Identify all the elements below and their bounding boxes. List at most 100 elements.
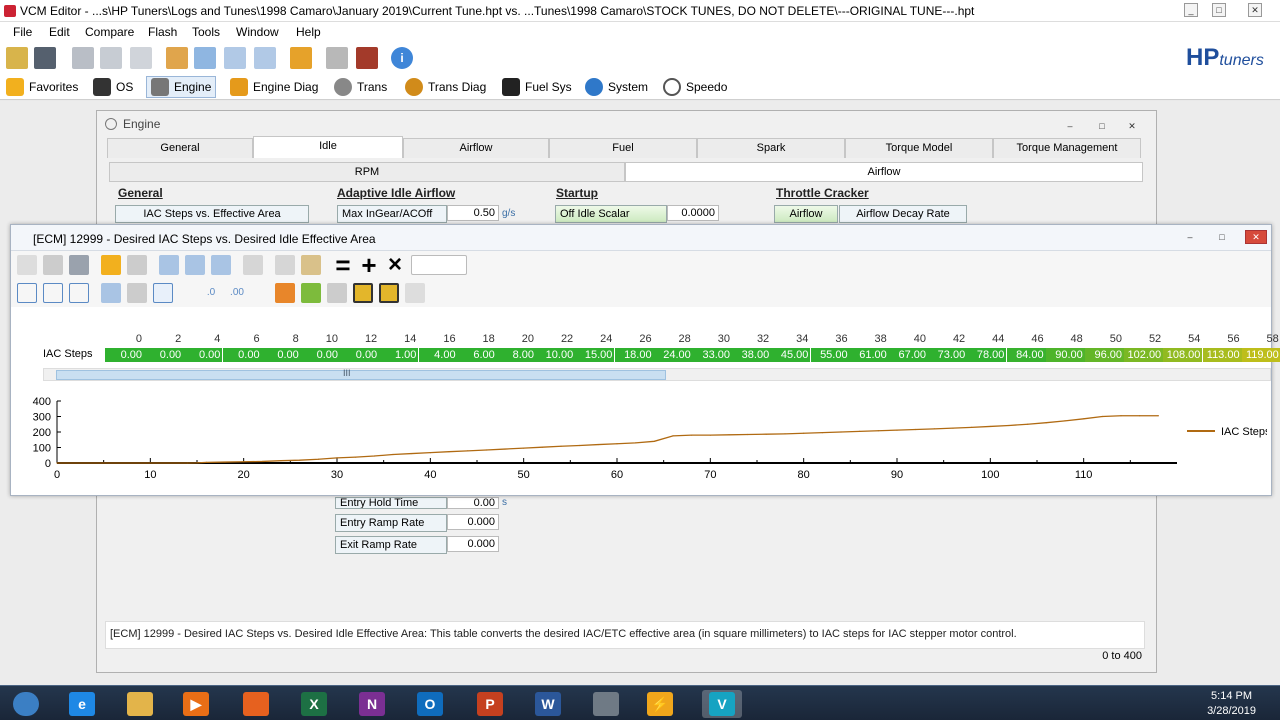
column-header[interactable]: 6	[223, 333, 262, 345]
max-ingear-button[interactable]: Max InGear/ACOff	[337, 205, 447, 223]
iac-close-button[interactable]: ✕	[1245, 230, 1267, 244]
table-cell[interactable]: 0.00	[222, 348, 262, 362]
column-header[interactable]: 46	[1007, 333, 1046, 345]
open-icon[interactable]	[6, 47, 28, 69]
engine-minimize-button[interactable]: –	[1063, 120, 1077, 134]
taskbar-vcm[interactable]: V	[702, 690, 742, 718]
minimize-button[interactable]: _	[1184, 3, 1198, 17]
tab-idle[interactable]: Idle	[253, 136, 403, 158]
entry-ramp-rate-value[interactable]: 0.000	[447, 514, 499, 530]
column-header[interactable]: 24	[575, 333, 614, 345]
tab-general[interactable]: General	[107, 138, 253, 158]
column-header[interactable]: 42	[928, 333, 967, 345]
table3-icon[interactable]	[254, 47, 276, 69]
tab-spark[interactable]: Spark	[697, 138, 845, 158]
table-cell[interactable]: 0.00	[144, 348, 184, 362]
nav-fuel-sys[interactable]: Fuel Sys	[498, 76, 576, 98]
layout-vertical-icon[interactable]	[69, 283, 89, 303]
table-cell[interactable]: 84.00	[1006, 348, 1046, 362]
paste-icon[interactable]	[301, 255, 321, 275]
taskbar-firefox[interactable]	[236, 690, 276, 718]
engine-close-button[interactable]: ✕	[1125, 120, 1139, 134]
throttle-airflow-button[interactable]: Airflow	[774, 205, 838, 223]
taskbar-explorer[interactable]	[120, 690, 160, 718]
table-cell[interactable]: 6.00	[457, 348, 497, 362]
table-cell[interactable]: 67.00	[889, 348, 928, 362]
table2-icon[interactable]	[224, 47, 246, 69]
taskbar-tools[interactable]	[586, 690, 626, 718]
tab-airflow[interactable]: Airflow	[403, 138, 549, 158]
print-icon[interactable]	[69, 255, 89, 275]
copy-icon[interactable]	[275, 255, 295, 275]
column-header[interactable]: 26	[615, 333, 654, 345]
table-cell[interactable]: 119.00	[1241, 348, 1280, 362]
nav-speedo[interactable]: Speedo	[659, 76, 731, 98]
decimal-increase-icon[interactable]: .00	[227, 283, 247, 303]
taskbar-outlook[interactable]: O	[410, 690, 450, 718]
grid-view-icon[interactable]	[101, 283, 121, 303]
menu-file[interactable]: File	[13, 25, 32, 39]
save-icon[interactable]	[43, 255, 63, 275]
nav-trans[interactable]: Trans	[330, 76, 391, 98]
airflow-decay-rate-button[interactable]: Airflow Decay Rate	[839, 205, 967, 223]
table-cell[interactable]: 45.00	[771, 348, 811, 362]
max-ingear-value[interactable]: 0.50	[447, 205, 499, 221]
column-header[interactable]: 16	[419, 333, 458, 345]
iac-steps-button[interactable]: IAC Steps vs. Effective Area	[115, 205, 309, 223]
column-header[interactable]: 14	[379, 333, 418, 345]
tab-torque-management[interactable]: Torque Management	[993, 138, 1141, 158]
tab-fuel[interactable]: Fuel	[549, 138, 697, 158]
subtab-airflow[interactable]: Airflow	[625, 162, 1143, 182]
equals-icon[interactable]: =	[333, 252, 353, 278]
column-header[interactable]: 22	[536, 333, 575, 345]
taskbar-powerpoint[interactable]: P	[470, 690, 510, 718]
taskbar-hptuners[interactable]: ⚡	[640, 690, 680, 718]
nav-favorites[interactable]: Favorites	[2, 76, 82, 98]
undo-icon[interactable]	[243, 255, 263, 275]
column-header[interactable]: 20	[497, 333, 536, 345]
clear-icon[interactable]	[405, 283, 425, 303]
column-header[interactable]: 52	[1124, 333, 1163, 345]
taskbar-word[interactable]: W	[528, 690, 568, 718]
subtab-rpm[interactable]: RPM	[109, 162, 625, 182]
write-disabled-icon[interactable]	[326, 47, 348, 69]
table-cell[interactable]: 113.00	[1202, 348, 1242, 362]
table-cell[interactable]: 24.00	[653, 348, 693, 362]
table-cell[interactable]: 0.00	[261, 348, 301, 362]
info-icon[interactable]: i	[391, 47, 413, 69]
table-cell[interactable]: 0.00	[105, 348, 144, 362]
column-header[interactable]: 50	[1085, 333, 1124, 345]
taskbar-onenote[interactable]: N	[352, 690, 392, 718]
flash-icon[interactable]	[356, 47, 378, 69]
exit-ramp-rate-button[interactable]: Exit Ramp Rate	[335, 536, 447, 554]
nav-engine-diag[interactable]: Engine Diag	[226, 76, 322, 98]
column-header[interactable]: 2	[144, 333, 183, 345]
multiply-icon[interactable]: ×	[385, 253, 405, 277]
column-header[interactable]: 48	[1046, 333, 1085, 345]
nav-engine[interactable]: Engine	[146, 76, 217, 98]
column-header[interactable]: 58	[1242, 333, 1280, 345]
column-header[interactable]: 12	[340, 333, 379, 345]
info-read-icon[interactable]	[100, 47, 122, 69]
column-header[interactable]: 8	[262, 333, 301, 345]
layout-single-icon[interactable]	[17, 283, 37, 303]
off-idle-scalar-button[interactable]: Off Idle Scalar	[555, 205, 667, 223]
table-compare-icon[interactable]	[185, 255, 205, 275]
iac-minimize-button[interactable]: –	[1183, 231, 1197, 245]
table-cell[interactable]: 73.00	[928, 348, 968, 362]
column-header[interactable]: 32	[732, 333, 771, 345]
swap-icon[interactable]	[290, 47, 312, 69]
table-cell[interactable]: 33.00	[693, 348, 732, 362]
maximize-button[interactable]: □	[1212, 3, 1226, 17]
table-cell[interactable]: 0.00	[183, 348, 223, 362]
table-cell[interactable]: 38.00	[732, 348, 772, 362]
column-header[interactable]: 28	[654, 333, 693, 345]
table-cell[interactable]: 10.00	[536, 348, 576, 362]
decimal-decrease-icon[interactable]: .0	[201, 283, 221, 303]
highlight-icon[interactable]	[353, 283, 373, 303]
column-header[interactable]: 0	[105, 333, 144, 345]
entry-ramp-rate-button[interactable]: Entry Ramp Rate	[335, 514, 447, 532]
nav-trans-diag[interactable]: Trans Diag	[401, 76, 490, 98]
taskbar-ie[interactable]: e	[62, 690, 102, 718]
table-cell[interactable]: 4.00	[418, 348, 458, 362]
